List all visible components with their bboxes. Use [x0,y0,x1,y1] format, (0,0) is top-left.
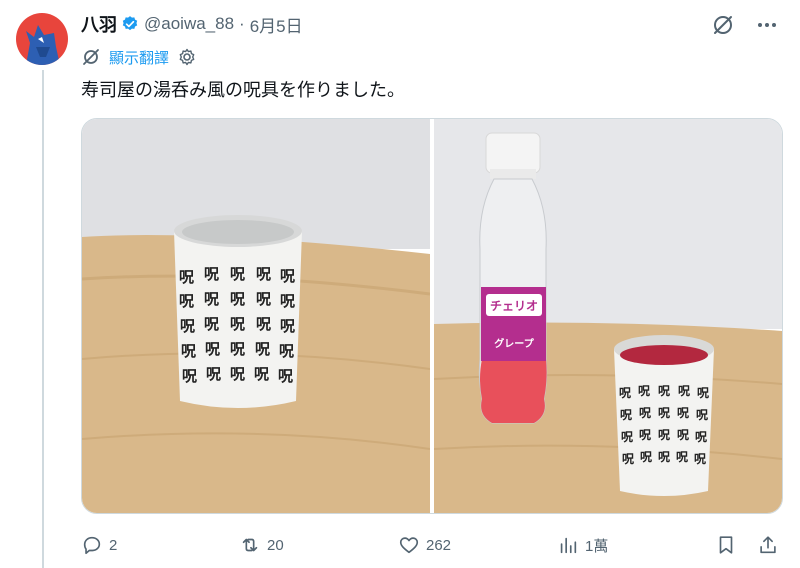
cup-glyph: 呪 [278,367,293,385]
cup-glyph: 呪 [256,315,271,333]
post-text: 寿司屋の湯呑み風の呪具を作りました。 [81,80,405,100]
grok-icon[interactable] [710,12,736,38]
reply-count: 2 [109,536,118,554]
handle[interactable]: @aoiwa_88 [144,14,234,34]
cup-glyph: 呪 [697,386,709,400]
cup-glyph: 呪 [180,317,195,335]
top-actions [710,12,780,38]
cup-glyph: 呪 [658,384,670,398]
cup-glyph: 呪 [639,406,651,420]
cup-glyph: 呪 [255,340,270,358]
cup-glyph: 呪 [619,386,631,400]
cup-glyph: 呪 [638,384,650,398]
cup-glyph: 呪 [694,452,706,466]
gear-icon[interactable] [177,47,197,67]
reply-button[interactable]: 2 [81,534,117,556]
reply-icon [83,536,101,555]
cup-glyph: 呪 [658,428,670,442]
translate-icon [81,47,101,67]
cup-glyph: 呪 [256,265,271,283]
bottle-brand: チェリオ [490,299,538,313]
share-icon [760,536,776,554]
cup-glyph: 呪 [639,428,651,442]
like-button[interactable]: 262 [398,534,451,556]
separator: · [239,14,245,33]
repost-button[interactable]: 20 [239,534,284,556]
cup-glyph: 呪 [230,290,245,308]
heart-icon [399,537,419,554]
views-count: 1萬 [585,537,609,555]
translate-link[interactable]: 顯示翻譯 [109,47,169,68]
cup-glyph: 呪 [179,268,194,286]
post-header: 八羽 @aoiwa_88 · 6月5日 [81,12,303,36]
cup-glyph: 呪 [696,408,708,422]
cup-glyph: 呪 [230,265,245,283]
cup-glyph: 呪 [230,315,245,333]
cup-glyph: 呪 [658,450,670,464]
cup-glyph: 呪 [676,450,688,464]
verified-badge-icon [121,15,139,33]
views-button[interactable]: 1萬 [557,534,608,556]
cup-glyph: 呪 [677,406,689,420]
cup-glyph: 呪 [640,450,652,464]
photo-cup[interactable]: 呪 呪 呪 呪 呪 呪 呪 呪 呪 呪 呪 呪 呪 呪 呪 呪 呪 呪 呪 呪 [82,119,430,513]
cup-glyph: 呪 [230,340,245,358]
cup-glyph: 呪 [182,367,197,385]
bookmark-icon [719,536,733,554]
cup-glyph: 呪 [621,430,633,444]
cup-glyph: 呪 [230,365,245,383]
cup-glyph: 呪 [256,290,271,308]
media-gallery: 呪 呪 呪 呪 呪 呪 呪 呪 呪 呪 呪 呪 呪 呪 呪 呪 呪 呪 呪 呪 [81,118,783,514]
cup-glyph: 呪 [181,342,196,360]
cup-glyph: 呪 [280,317,295,335]
action-bar: 2 20 262 1萬 [81,530,781,560]
like-count: 262 [426,536,452,554]
photo-bottle-and-cup[interactable]: チェリオ グレープ 呪 呪 呪 呪 呪 呪 呪 呪 呪 呪 呪 呪 呪 呪 呪 [434,119,782,513]
thread-line [42,70,44,568]
cup-glyph: 呪 [206,365,221,383]
translate-row: 顯示翻譯 [81,46,197,68]
bottle-flavor: グレープ [494,337,534,350]
share-button[interactable] [757,534,779,556]
cup-glyph: 呪 [695,430,707,444]
avatar[interactable] [16,13,68,65]
post-date[interactable]: 6月5日 [250,12,303,37]
cup-glyph: 呪 [204,265,219,283]
cup-glyph: 呪 [205,340,220,358]
views-icon [560,537,577,554]
cup-glyph: 呪 [279,342,294,360]
cup-glyph: 呪 [622,452,634,466]
cup-glyph: 呪 [280,267,295,285]
cup-glyph: 呪 [677,428,689,442]
cup-glyph: 呪 [204,315,219,333]
more-icon[interactable] [754,12,780,38]
cup-glyph: 呪 [254,365,269,383]
cup-glyph: 呪 [179,292,194,310]
cup-glyph: 呪 [620,408,632,422]
cup-glyph: 呪 [658,406,670,420]
bookmark-button[interactable] [715,534,737,556]
cup-glyph: 呪 [678,384,690,398]
repost-count: 20 [267,536,284,554]
repost-icon [242,538,258,552]
cup-glyph: 呪 [204,290,219,308]
cup-glyph: 呪 [280,292,295,310]
display-name[interactable]: 八羽 [81,11,117,37]
